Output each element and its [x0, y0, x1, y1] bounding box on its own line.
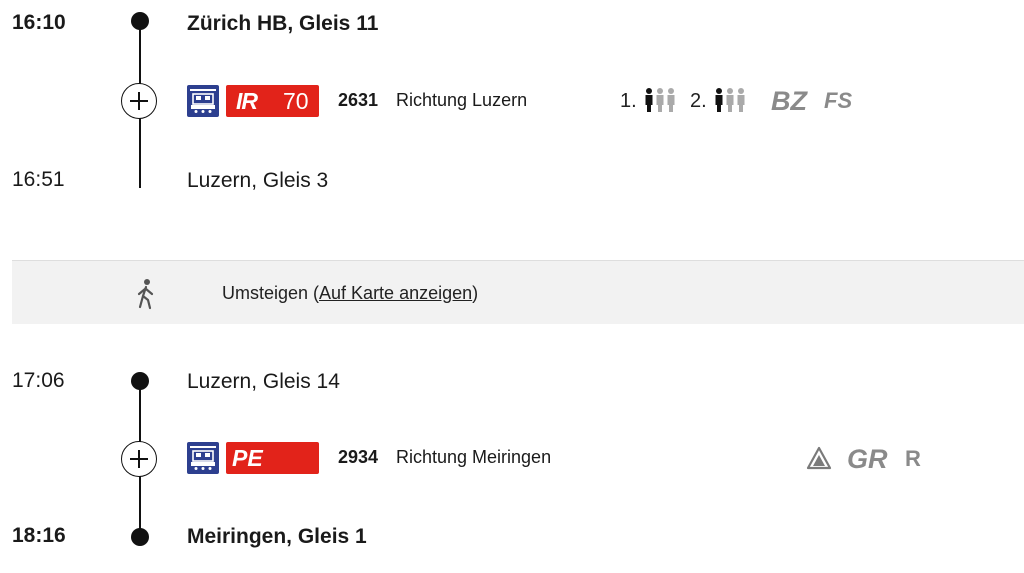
train-number: 2631 [338, 90, 379, 110]
departure-time: 16:10 [12, 11, 66, 34]
category-label: IR [236, 88, 258, 114]
attribute-fs: FS [824, 88, 853, 113]
attribute-gr: GR [847, 444, 888, 474]
walking-icon [134, 278, 158, 315]
transfer-section [12, 260, 1024, 324]
train-category-badge: IR 70 [226, 85, 319, 117]
transfer-close: ) [472, 283, 479, 303]
expand-stops-button[interactable] [121, 441, 157, 477]
occupancy-low-icon [644, 87, 678, 118]
arrival-station: Meiringen, Gleis 1 [187, 525, 367, 548]
arrival-time: 18:16 [12, 524, 66, 547]
train-number: 2934 [338, 447, 379, 467]
arrival-time: 16:51 [12, 168, 65, 191]
first-class-label: 1. [620, 90, 637, 112]
departure-station: Luzern, Gleis 14 [187, 370, 340, 393]
second-class-label: 2. [690, 90, 707, 112]
train-direction: Richtung Luzern [396, 90, 528, 110]
attribute-r: R [905, 446, 921, 471]
show-map-link[interactable]: Auf Karte anzeigen [319, 283, 472, 303]
train-icon [187, 442, 219, 474]
warning-triangle-icon [806, 446, 832, 475]
transfer-text: Umsteigen (Auf Karte anzeigen) [222, 281, 478, 305]
departure-station: Zürich HB, Gleis 11 [187, 12, 379, 35]
expand-stops-button[interactable] [121, 83, 157, 119]
occupancy-low-icon [714, 87, 748, 118]
departure-time: 17:06 [12, 369, 65, 392]
attribute-bz: BZ [771, 86, 807, 116]
transfer-label: Umsteigen ( [222, 283, 320, 303]
line-number: 70 [283, 88, 309, 114]
train-icon [187, 85, 219, 117]
category-label: PE [232, 445, 263, 471]
arrival-station: Luzern, Gleis 3 [187, 169, 329, 192]
arrival-dot [131, 528, 149, 546]
train-category-badge: PE [226, 442, 319, 474]
train-direction: Richtung Meiringen [396, 447, 552, 467]
